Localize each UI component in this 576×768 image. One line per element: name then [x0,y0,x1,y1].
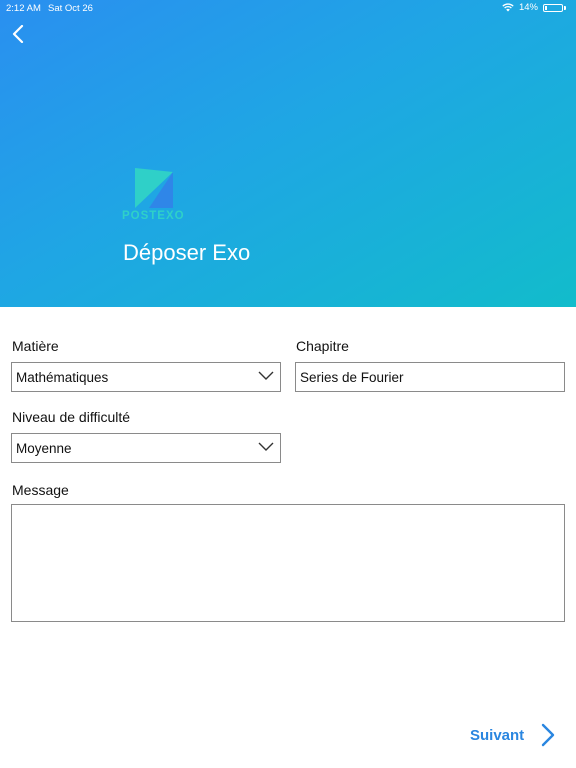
next-button[interactable]: Suivant [470,722,556,748]
message-label: Message [12,482,69,498]
chevron-right-icon [541,723,555,747]
difficulty-value: Moyenne [16,440,72,456]
chapter-value: Series de Fourier [300,369,404,385]
status-time: 2:12 AM [6,3,41,14]
status-right: 14% [502,2,566,13]
chapter-label: Chapitre [296,338,349,354]
difficulty-label: Niveau de difficulté [12,409,131,425]
app-logo: POSTEXO [122,168,186,226]
difficulty-select[interactable]: Moyenne [11,433,281,463]
back-button[interactable] [6,22,30,46]
status-bar: 2:12 AM Sat Oct 26 14% [0,0,576,16]
chevron-down-icon [258,442,274,451]
subject-select[interactable]: Mathématiques [11,362,281,392]
header-banner: 2:12 AM Sat Oct 26 14% POSTEXO Déposer E… [0,0,576,307]
chevron-down-icon [258,371,274,380]
chapter-input[interactable]: Series de Fourier [295,362,565,392]
next-label: Suivant [470,726,525,744]
message-textarea[interactable] [11,504,565,622]
page-title: Déposer Exo [123,240,251,265]
battery-percent: 14% [518,2,538,13]
status-date: Sat Oct 26 [48,3,93,14]
battery-cap [564,5,566,10]
subject-label: Matière [12,338,59,354]
subject-value: Mathématiques [16,369,109,385]
battery-icon [543,3,563,12]
wifi-icon [502,3,514,12]
logo-text: POSTEXO [122,210,185,222]
logo-mark-icon [135,168,173,208]
chevron-left-icon [12,25,24,43]
